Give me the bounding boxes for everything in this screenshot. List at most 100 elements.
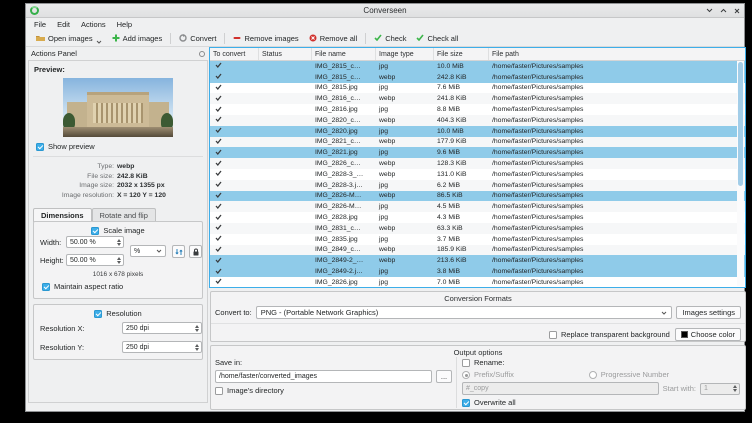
row-checkbox[interactable] (210, 170, 259, 178)
menu-help[interactable]: Help (117, 20, 132, 29)
table-row[interactable]: IMG_2828-3.j…jpg6.2 MiB/home/faster/Pict… (210, 180, 745, 191)
row-checkbox[interactable] (210, 203, 259, 211)
open-images-button[interactable]: Open images (31, 32, 107, 46)
row-checkbox[interactable] (210, 95, 259, 103)
table-row[interactable]: IMG_2815_c…webp242.8 KiB/home/faster/Pic… (210, 72, 745, 83)
spin-arrows-icon[interactable] (193, 344, 201, 351)
row-image-type: jpg (376, 236, 434, 243)
title-bar[interactable]: Converseen (26, 4, 744, 18)
row-checkbox[interactable] (210, 127, 259, 135)
maintain-aspect-checkbox[interactable]: Maintain aspect ratio (42, 282, 123, 291)
spin-arrows-icon[interactable] (115, 257, 123, 264)
check-button[interactable]: Check (369, 32, 411, 46)
dock-float-icon[interactable] (199, 51, 205, 57)
table-row[interactable]: IMG_2849_c…webp185.9 KiB/home/faster/Pic… (210, 245, 745, 256)
table-row[interactable]: IMG_2820.jpgjpg10.0 MiB/home/faster/Pict… (210, 126, 745, 137)
table-row[interactable]: IMG_2821_c…webp177.9 KiB/home/faster/Pic… (210, 137, 745, 148)
rename-pattern-input[interactable]: #_copy (462, 382, 659, 395)
table-row[interactable]: IMG_2835.jpgjpg3.7 MiB/home/faster/Pictu… (210, 234, 745, 245)
row-checkbox[interactable] (210, 235, 259, 243)
add-images-button[interactable]: Add images (107, 32, 168, 46)
row-checkbox[interactable] (210, 192, 259, 200)
row-checkbox[interactable] (210, 160, 259, 168)
scale-image-checkbox[interactable]: Scale image (91, 226, 144, 235)
table-row[interactable]: IMG_2826-M…webp86.5 KiB/home/faster/Pict… (210, 191, 745, 202)
lock-aspect-button[interactable] (189, 245, 202, 258)
row-checkbox[interactable] (210, 84, 259, 92)
prefix-suffix-radio[interactable] (462, 371, 470, 379)
close-icon[interactable] (734, 8, 740, 14)
row-checkbox[interactable] (210, 268, 259, 276)
images-settings-button[interactable]: Images settings (676, 306, 741, 319)
width-spinbox[interactable]: 50.00 % (66, 236, 124, 248)
choose-color-button[interactable]: Choose color (675, 328, 741, 341)
images-directory-checkbox[interactable]: Image's directory (215, 386, 452, 395)
row-image-type: jpg (376, 149, 434, 156)
swap-dimensions-button[interactable] (172, 245, 185, 258)
table-row[interactable]: IMG_2815_c…jpg10.0 MiB/home/faster/Pictu… (210, 61, 745, 72)
table-row[interactable]: IMG_2820_c…webp404.3 KiB/home/faster/Pic… (210, 115, 745, 126)
vertical-scrollbar[interactable] (737, 61, 744, 286)
table-row[interactable]: IMG_2831_c…webp63.3 KiB/home/faster/Pict… (210, 223, 745, 234)
unit-combo[interactable]: % (130, 245, 166, 257)
format-combo[interactable]: PNG - (Portable Network Graphics) (256, 306, 673, 319)
row-checkbox[interactable] (210, 106, 259, 114)
progressive-number-radio[interactable] (589, 371, 597, 379)
tab-dimensions[interactable]: Dimensions (33, 208, 92, 222)
height-spinbox[interactable]: 50.00 % (66, 254, 124, 266)
table-row[interactable]: IMG_2816.jpgjpg8.8 MiB/home/faster/Pictu… (210, 104, 745, 115)
menu-edit[interactable]: Edit (57, 20, 70, 29)
spin-arrows-icon[interactable] (115, 239, 123, 246)
row-checkbox[interactable] (210, 73, 259, 81)
check-all-button[interactable]: Check all (411, 32, 463, 46)
overwrite-all-checkbox[interactable]: Overwrite all (462, 398, 740, 407)
row-checkbox[interactable] (210, 138, 259, 146)
show-preview-checkbox[interactable]: Show preview (29, 137, 207, 151)
table-row[interactable]: IMG_2815.jpgjpg7.6 MiB/home/faster/Pictu… (210, 83, 745, 94)
menu-actions[interactable]: Actions (81, 20, 106, 29)
table-row[interactable]: IMG_2821.jpgjpg9.6 MiB/home/faster/Pictu… (210, 147, 745, 158)
table-row[interactable]: IMG_2849-2_…webp213.6 KiB/home/faster/Pi… (210, 255, 745, 266)
scrollbar-handle[interactable] (738, 62, 743, 186)
convert-button[interactable]: Convert (174, 32, 221, 46)
table-row[interactable]: IMG_2826.jpgjpg7.0 MiB/home/faster/Pictu… (210, 277, 745, 287)
remove-images-button[interactable]: Remove images (228, 32, 303, 46)
row-checkbox[interactable] (210, 62, 259, 70)
resolution-x-spinbox[interactable]: 250 dpi (122, 322, 202, 334)
spin-arrows-icon[interactable] (193, 325, 201, 332)
row-checkbox[interactable] (210, 246, 259, 254)
header-file-size[interactable]: File size (434, 48, 489, 60)
table-row[interactable]: IMG_2828-3_…webp131.0 KiB/home/faster/Pi… (210, 169, 745, 180)
row-checkbox[interactable] (210, 181, 259, 189)
replace-background-checkbox[interactable]: Replace transparent background (549, 330, 670, 339)
table-row[interactable]: IMG_2816_c…webp241.8 KiB/home/faster/Pic… (210, 93, 745, 104)
header-image-type[interactable]: Image type (376, 48, 434, 60)
resolution-y-value: 250 dpi (126, 344, 193, 351)
maximize-icon[interactable] (720, 8, 727, 13)
table-row[interactable]: IMG_2826_c…webp128.3 KiB/home/faster/Pic… (210, 158, 745, 169)
row-checkbox[interactable] (210, 257, 259, 265)
row-checkbox[interactable] (210, 278, 259, 286)
resolution-checkbox[interactable]: Resolution (94, 309, 141, 318)
row-checkbox[interactable] (210, 214, 259, 222)
row-checkbox[interactable] (210, 224, 259, 232)
save-path-input[interactable]: /home/faster/converted_images (215, 370, 432, 383)
header-to-convert[interactable]: To convert (210, 48, 259, 60)
start-with-spinbox[interactable]: 1 (700, 383, 740, 395)
resolution-y-spinbox[interactable]: 250 dpi (122, 341, 202, 353)
rename-checkbox[interactable]: Rename: (462, 358, 740, 367)
row-checkbox[interactable] (210, 149, 259, 157)
spin-arrows-icon[interactable] (731, 385, 739, 392)
table-row[interactable]: IMG_2826-M…jpg4.5 MiB/home/faster/Pictur… (210, 201, 745, 212)
header-status[interactable]: Status (259, 48, 312, 60)
table-row[interactable]: IMG_2849-2.j…jpg3.8 MiB/home/faster/Pict… (210, 266, 745, 277)
remove-all-button[interactable]: Remove all (304, 32, 363, 46)
browse-button[interactable]: ... (436, 370, 452, 383)
menu-file[interactable]: File (34, 20, 46, 29)
table-row[interactable]: IMG_2828.jpgjpg4.3 MiB/home/faster/Pictu… (210, 212, 745, 223)
header-file-path[interactable]: File path (489, 48, 745, 60)
minimize-icon[interactable] (706, 8, 713, 13)
header-file-name[interactable]: File name (312, 48, 376, 60)
row-checkbox[interactable] (210, 116, 259, 124)
tab-rotate-and-flip[interactable]: Rotate and flip (92, 208, 156, 222)
